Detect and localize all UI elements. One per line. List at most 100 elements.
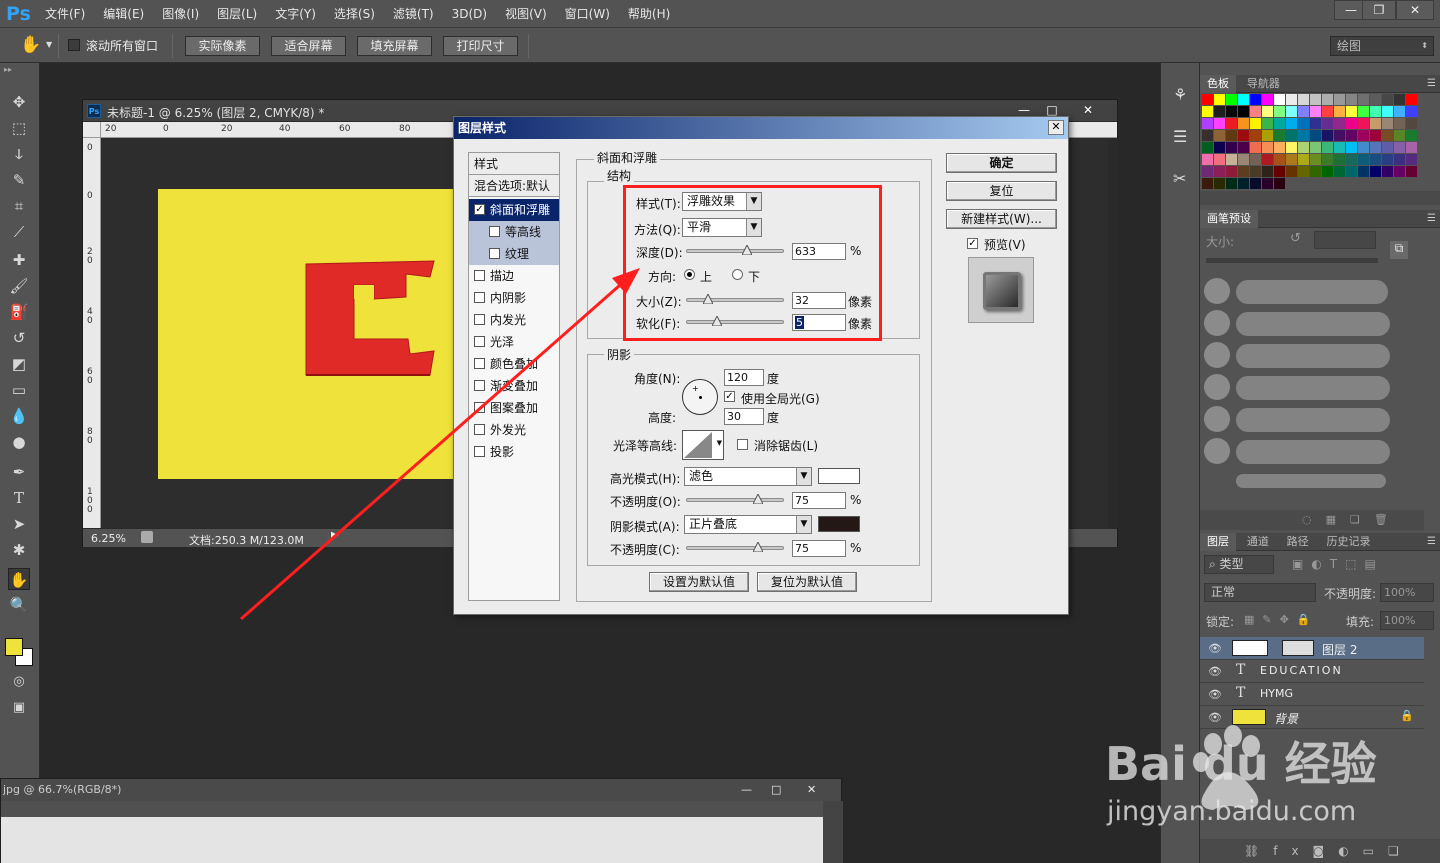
color-swatch[interactable] — [1346, 118, 1357, 129]
move-tool-icon[interactable]: ✥ — [8, 91, 30, 113]
color-swatch[interactable] — [1262, 142, 1273, 153]
quick-mask-icon[interactable]: ◎ — [8, 671, 30, 693]
color-swatch[interactable] — [1202, 130, 1213, 141]
lock-icons[interactable]: ▦✎✥🔒 — [1244, 613, 1319, 626]
brush-preset-tip[interactable] — [1204, 438, 1230, 464]
visibility-eye-icon[interactable]: 👁 — [1208, 665, 1222, 678]
style-checkbox[interactable] — [474, 424, 485, 435]
color-swatch[interactable] — [1346, 94, 1357, 105]
tab-channels[interactable]: 通道 — [1240, 533, 1276, 551]
gradient-tool-icon[interactable]: ▭ — [8, 379, 30, 401]
screen-mode-icon[interactable]: ▣ — [8, 697, 30, 719]
highlight-opacity-input[interactable]: 75 — [792, 492, 846, 509]
tab-navigator[interactable]: 导航器 — [1240, 75, 1287, 93]
tab-layers[interactable]: 图层 — [1200, 533, 1236, 551]
color-swatch[interactable] — [1382, 94, 1393, 105]
color-swatch[interactable] — [1214, 94, 1225, 105]
swatch-grid[interactable] — [1202, 94, 1418, 190]
menu-item[interactable]: 帮助(H) — [619, 0, 679, 28]
color-swatch[interactable] — [1406, 130, 1417, 141]
close-button[interactable]: ✕ — [1396, 0, 1434, 20]
menu-item[interactable]: 图层(L) — [208, 0, 266, 28]
color-swatch[interactable] — [1370, 94, 1381, 105]
angle-input[interactable]: 120 — [724, 369, 764, 386]
color-swatch[interactable] — [1214, 166, 1225, 177]
second-document-titlebar[interactable]: jpg @ 66.7%(RGB/8*) — □ ✕ — [1, 779, 841, 801]
color-swatch[interactable] — [1382, 118, 1393, 129]
pen-tool-icon[interactable]: ✒ — [8, 461, 30, 483]
color-swatch[interactable] — [1286, 166, 1297, 177]
color-swatch[interactable] — [1250, 166, 1261, 177]
color-swatch[interactable] — [1334, 130, 1345, 141]
tab-paths[interactable]: 路径 — [1280, 533, 1316, 551]
style-item[interactable]: 颜色叠加 — [469, 353, 559, 375]
altitude-input[interactable]: 30 — [724, 408, 764, 425]
color-swatch[interactable] — [1250, 118, 1261, 129]
color-swatch[interactable] — [1298, 142, 1309, 153]
brush-preset-tip[interactable] — [1204, 406, 1230, 432]
shadow-opacity-slider[interactable] — [686, 540, 784, 553]
color-swatch[interactable] — [1298, 154, 1309, 165]
style-item[interactable]: 外发光 — [469, 419, 559, 441]
second-document-ruler[interactable] — [1, 801, 823, 817]
anti-alias-checkbox[interactable] — [737, 439, 748, 450]
color-swatch[interactable] — [1238, 142, 1249, 153]
color-swatch[interactable] — [1310, 118, 1321, 129]
color-swatch[interactable] — [1274, 142, 1285, 153]
color-swatch[interactable] — [1226, 142, 1237, 153]
layer-row[interactable]: 👁 T HYMG — [1200, 683, 1424, 706]
color-swatch[interactable] — [1262, 178, 1273, 189]
color-swatch[interactable] — [1322, 94, 1333, 105]
color-swatch[interactable] — [1250, 94, 1261, 105]
color-swatch[interactable] — [1406, 106, 1417, 117]
blend-mode-select[interactable]: 正常 — [1204, 583, 1316, 602]
menu-item[interactable]: 文件(F) — [36, 0, 94, 28]
color-swatch[interactable] — [1202, 178, 1213, 189]
color-swatch[interactable] — [1358, 166, 1369, 177]
brush-preset-tip[interactable] — [1204, 310, 1230, 336]
color-swatch[interactable] — [1406, 142, 1417, 153]
reset-icon[interactable]: ↺ — [1290, 231, 1301, 246]
eraser-tool-icon[interactable]: ◩ — [8, 353, 30, 375]
layer-row[interactable]: 👁 T EDUCATION — [1200, 660, 1424, 683]
color-swatch[interactable] — [1382, 130, 1393, 141]
second-document-scrollbar[interactable] — [823, 801, 843, 863]
style-checkbox[interactable] — [474, 336, 485, 347]
color-swatch[interactable] — [1226, 94, 1237, 105]
dodge-tool-icon[interactable]: ● — [8, 431, 30, 453]
doc2-maximize-button[interactable]: □ — [771, 779, 781, 801]
brush-preset-tip[interactable] — [1204, 374, 1230, 400]
tab-brush-presets[interactable]: 画笔预设 — [1200, 210, 1258, 228]
color-swatch[interactable] — [1406, 154, 1417, 165]
status-info-icon[interactable] — [141, 531, 153, 543]
color-swatch[interactable] — [1286, 94, 1297, 105]
color-swatch[interactable] — [1274, 94, 1285, 105]
panel-menu-icon[interactable]: ☰ — [1427, 533, 1436, 551]
style-checkbox[interactable] — [474, 380, 485, 391]
color-swatch[interactable] — [1274, 130, 1285, 141]
doc2-close-button[interactable]: ✕ — [807, 779, 816, 801]
color-swatch[interactable] — [1250, 106, 1261, 117]
fill-screen-button[interactable]: 填充屏幕 — [357, 36, 432, 56]
color-swatch[interactable] — [1298, 94, 1309, 105]
color-swatch[interactable] — [1322, 118, 1333, 129]
vertical-scrollbar[interactable] — [1109, 139, 1118, 528]
color-swatch[interactable] — [1286, 142, 1297, 153]
zoom-tool-icon[interactable]: 🔍 — [8, 594, 30, 616]
color-swatch[interactable] — [1322, 154, 1333, 165]
slider-knob[interactable] — [752, 492, 764, 505]
menu-item[interactable]: 选择(S) — [325, 0, 384, 28]
color-swatch[interactable] — [1394, 106, 1405, 117]
color-swatch[interactable] — [1382, 154, 1393, 165]
color-swatch[interactable] — [1238, 178, 1249, 189]
color-swatch[interactable] — [1322, 142, 1333, 153]
highlight-color-swatch[interactable] — [818, 468, 860, 484]
shape-tool-icon[interactable]: ✱ — [8, 539, 30, 561]
color-swatch[interactable] — [1310, 130, 1321, 141]
color-swatch[interactable] — [1274, 106, 1285, 117]
color-swatch[interactable] — [1358, 142, 1369, 153]
style-checkbox[interactable]: ✓ — [474, 204, 485, 215]
color-swatch[interactable] — [1214, 106, 1225, 117]
brush-preset-stroke[interactable] — [1236, 440, 1390, 464]
color-swatch[interactable] — [1262, 154, 1273, 165]
